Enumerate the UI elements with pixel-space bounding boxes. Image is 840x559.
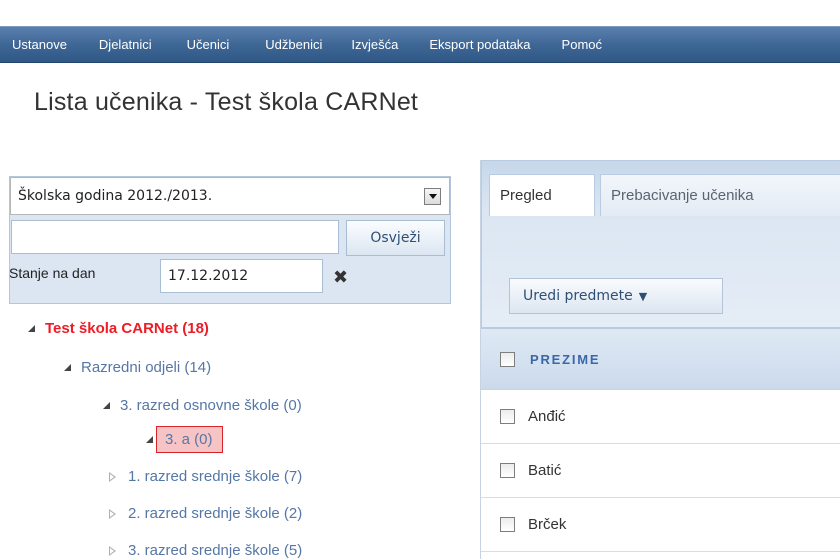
school-year-value: Školska godina 2012./2013. [18,188,213,204]
nav-item-ustanove[interactable]: Ustanove [12,37,67,52]
main-navigation: Ustanove Djelatnici Učenici Udžbenici Iz… [0,26,840,63]
tree-root-label[interactable]: Test škola CARNet (18) [45,320,209,337]
expanded-arrow-icon[interactable] [103,402,110,409]
filter-panel: Školska godina 2012./2013. Osvježi Stanj… [9,176,451,304]
nav-item-pomoc[interactable]: Pomoć [562,37,602,52]
table-row[interactable]: Anđić [481,390,840,444]
state-date-label: Stanje na dan [9,265,96,281]
tree-grade-label[interactable]: 3. razred osnovne škole (0) [120,397,302,414]
date-field[interactable]: 17.12.2012 [160,259,323,293]
nav-item-ucenici[interactable]: Učenici [187,37,230,52]
selected-class-label[interactable]: 3. a (0) [156,426,223,453]
nav-item-udzbenici[interactable]: Udžbenici [265,37,322,52]
select-all-checkbox[interactable] [500,351,515,367]
tab-bar: Pregled Prebacivanje učenika Uredi predm… [481,160,840,328]
column-header-prezime[interactable]: PREZIME [530,352,600,367]
expanded-arrow-icon[interactable] [28,325,35,332]
row-checkbox[interactable] [500,463,515,478]
tab-prebacivanje[interactable]: Prebacivanje učenika [600,174,840,216]
student-list-panel: Pregled Prebacivanje učenika Uredi predm… [480,160,840,559]
edit-subjects-label: Uredi predmete [523,288,633,304]
surname-cell: Anđić [528,408,566,425]
tree-node-root[interactable]: Test škola CARNet (18) [28,320,209,337]
surname-cell: Brček [528,516,567,533]
row-checkbox[interactable] [500,517,515,532]
top-strip [0,0,840,26]
tab-pregled[interactable]: Pregled [489,174,595,216]
chevron-down-icon[interactable] [424,188,441,205]
tree-node-sec-1[interactable]: 1. razred srednje škole (7) [109,468,302,485]
dropdown-arrow-icon: ▼ [638,289,648,303]
table-row[interactable]: Batić [481,444,840,498]
nav-item-eksport[interactable]: Eksport podataka [429,37,530,52]
tree-grade-label[interactable]: 2. razred srednje škole (2) [128,505,302,522]
surname-cell: Batić [528,462,562,479]
row-checkbox[interactable] [500,409,515,424]
tree-node-sec-3[interactable]: 3. razred srednje škole (5) [109,542,302,559]
tree-node-selected-class[interactable]: 3. a (0) [146,426,223,453]
nav-item-djelatnici[interactable]: Djelatnici [99,37,152,52]
expanded-arrow-icon[interactable] [146,436,153,443]
clear-date-icon[interactable]: ✖ [333,267,348,287]
expanded-arrow-icon[interactable] [64,364,71,371]
tree-group-label[interactable]: Razredni odjeli (14) [81,359,211,376]
edit-subjects-button[interactable]: Uredi predmete ▼ [509,278,723,314]
tree-grade-label[interactable]: 1. razred srednje škole (7) [128,468,302,485]
tree-node-grade-primary[interactable]: 3. razred osnovne škole (0) [103,397,302,414]
page-title: Lista učenika - Test škola CARNet [34,88,419,116]
table-row[interactable]: Brček [481,498,840,552]
refresh-button[interactable]: Osvježi [346,220,445,256]
collapsed-arrow-icon[interactable] [109,508,116,519]
collapsed-arrow-icon[interactable] [109,545,116,556]
school-year-select[interactable]: Školska godina 2012./2013. [10,177,450,215]
collapsed-arrow-icon[interactable] [109,471,116,482]
class-tree: Test škola CARNet (18) Razredni odjeli (… [0,310,470,559]
nav-item-izvjesca[interactable]: Izvješća [351,37,398,52]
tree-node-razredni-odjeli[interactable]: Razredni odjeli (14) [64,359,211,376]
tree-node-sec-2[interactable]: 2. razred srednje škole (2) [109,505,302,522]
table-header: PREZIME [481,328,840,390]
search-input[interactable] [11,220,339,254]
tree-grade-label[interactable]: 3. razred srednje škole (5) [128,542,302,559]
